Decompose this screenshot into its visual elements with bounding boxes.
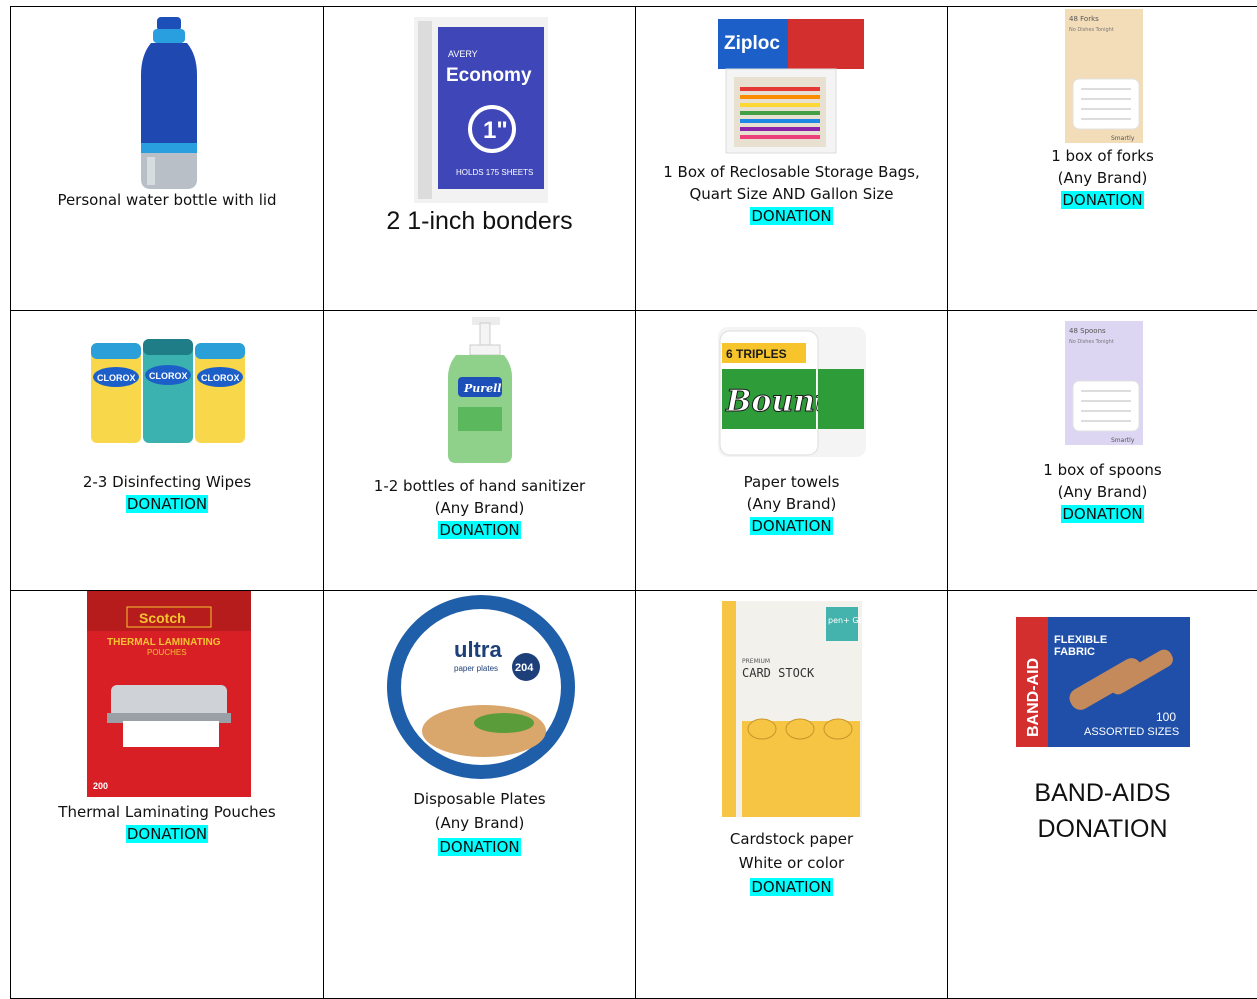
item-caption: BAND-AIDS DONATION xyxy=(948,775,1257,847)
item-caption: Disposable Plates (Any Brand) DONATION xyxy=(324,787,635,859)
bandaid-count: 100 xyxy=(1156,710,1176,724)
item-line: BAND-AIDS xyxy=(1034,779,1171,807)
item-line: (Any Brand) xyxy=(746,495,837,513)
item-line: Disposable Plates xyxy=(413,790,546,808)
item-caption: 2-3 Disinfecting Wipes DONATION xyxy=(11,471,323,515)
clorox-label: CLOROX xyxy=(201,373,240,383)
item-line: Personal water bottle with lid xyxy=(57,191,277,209)
clorox-label: CLOROX xyxy=(149,371,188,381)
forks-box-image: 48 Forks No Dishes Tonight Smartly xyxy=(1065,9,1143,143)
cell-binders: AVERY Economy 1" HOLDS 175 SHEETS 2 1-in… xyxy=(324,7,636,311)
bandaid-brand: BAND-AID xyxy=(1025,658,1042,737)
item-line: Paper towels xyxy=(743,473,840,491)
donation-badge: DONATION xyxy=(750,207,833,225)
scotch-pouches-image: Scotch THERMAL LAMINATING POUCHES 200 xyxy=(87,591,251,797)
clorox-label: CLOROX xyxy=(97,373,136,383)
item-caption: 1 box of forks (Any Brand) DONATION xyxy=(948,145,1257,211)
bounty-towels-image: 6 TRIPLES Bounty xyxy=(718,327,866,457)
item-caption: 1-2 bottles of hand sanitizer (Any Brand… xyxy=(324,475,635,541)
binder-name: Economy xyxy=(446,65,532,86)
item-line: (Any Brand) xyxy=(1057,483,1148,501)
card-stock-image: pen+ GEAR PREMIUM CARD STOCK xyxy=(722,601,862,817)
cell-spoons: 48 Spoons No Dishes Tonight Smartly 1 bo… xyxy=(948,311,1257,591)
ziploc-bags-image: Ziploc xyxy=(718,19,864,154)
premium-label: PREMIUM xyxy=(742,658,770,665)
item-caption: 2 1-inch bonders xyxy=(324,203,635,239)
item-line: 1-2 bottles of hand sanitizer xyxy=(373,477,586,495)
smartly-label: Smartly xyxy=(1111,135,1135,142)
clorox-wipes-image: CLOROX CLOROX CLOROX xyxy=(91,339,245,443)
band-aid-box-image: BAND-AID FLEXIBLE FABRIC 100 ASSORTED SI… xyxy=(1016,617,1190,747)
item-line: (Any Brand) xyxy=(434,499,525,517)
item-caption: 1 box of spoons (Any Brand) DONATION xyxy=(948,459,1257,525)
item-line: (Any Brand) xyxy=(434,814,525,832)
water-bottle-image xyxy=(141,17,197,189)
donation-badge: DONATION xyxy=(438,838,521,856)
spoon-label: 48 Spoons xyxy=(1069,327,1106,335)
donation-badge: DONATION xyxy=(1061,191,1144,209)
pengear-label: pen+ GEAR xyxy=(828,616,862,625)
item-line: 1 Box of Reclosable Storage Bags, xyxy=(663,163,920,181)
cell-laminating-pouches: Scotch THERMAL LAMINATING POUCHES 200 Th… xyxy=(11,591,324,999)
cell-plates: ultra paper plates 204 Disposable Plates… xyxy=(324,591,636,999)
ultra-label: ultra xyxy=(454,637,502,662)
flexible-label: FLEXIBLE xyxy=(1054,634,1107,646)
ziploc-brand: Ziploc xyxy=(724,33,780,54)
cell-forks: 48 Forks No Dishes Tonight Smartly 1 box… xyxy=(948,7,1257,311)
triples-label: 6 TRIPLES xyxy=(726,347,787,361)
item-caption: Cardstock paper White or color DONATION xyxy=(636,827,947,899)
paper-plates-label: paper plates xyxy=(454,664,498,673)
spoon-sub: No Dishes Tonight xyxy=(1069,339,1114,345)
binder-holds: HOLDS 175 SHEETS xyxy=(456,168,533,177)
item-caption: Paper towels (Any Brand) DONATION xyxy=(636,471,947,537)
item-line: Thermal Laminating Pouches xyxy=(58,803,276,821)
donation-badge: DONATION xyxy=(750,878,833,896)
smartly-label: Smartly xyxy=(1111,437,1135,444)
pouch-count: 200 xyxy=(93,781,108,791)
item-line: Cardstock paper xyxy=(729,830,854,848)
cell-wipes: CLOROX CLOROX CLOROX 2-3 Disinfecting Wi… xyxy=(11,311,324,591)
pouches-label: POUCHES xyxy=(147,648,187,657)
item-caption: 1 Box of Reclosable Storage Bags, Quart … xyxy=(636,161,947,227)
cell-band-aids: BAND-AID FLEXIBLE FABRIC 100 ASSORTED SI… xyxy=(948,591,1257,999)
donation-badge: DONATION xyxy=(750,517,833,535)
donation-badge: DONATION xyxy=(125,495,209,513)
plate-count: 204 xyxy=(515,662,534,674)
cell-cardstock: pen+ GEAR PREMIUM CARD STOCK Cardstock p… xyxy=(636,591,948,999)
item-line: 1 box of forks xyxy=(1051,147,1154,165)
fabric-label: FABRIC xyxy=(1054,646,1095,658)
item-line: 2-3 Disinfecting Wipes xyxy=(82,473,252,491)
cell-water-bottle: Personal water bottle with lid xyxy=(11,7,324,311)
assorted-label: ASSORTED SIZES xyxy=(1084,726,1179,738)
item-line: (Any Brand) xyxy=(1057,169,1148,187)
card-stock-label: CARD STOCK xyxy=(742,666,815,680)
paper-plates-image: ultra paper plates 204 xyxy=(387,595,575,779)
thermal-label: THERMAL LAMINATING xyxy=(107,637,221,648)
donation-badge: DONATION xyxy=(438,521,521,539)
item-line: 2 1-inch bonders xyxy=(386,207,573,235)
scotch-label: Scotch xyxy=(139,610,186,626)
cell-paper-towels: 6 TRIPLES Bounty Paper towels (Any Brand… xyxy=(636,311,948,591)
binder-brand: AVERY xyxy=(448,49,478,59)
item-caption: Thermal Laminating Pouches DONATION xyxy=(11,801,323,845)
item-line: 1 box of spoons xyxy=(1043,461,1162,479)
cell-storage-bags: Ziploc 1 Box of Reclosable Storage Bags,… xyxy=(636,7,948,311)
item-line: White or color xyxy=(738,854,845,872)
donation-badge: DONATION xyxy=(125,825,209,843)
hand-sanitizer-image: Purell xyxy=(448,317,512,463)
item-line: DONATION xyxy=(1037,815,1168,843)
item-caption: Personal water bottle with lid xyxy=(11,189,323,211)
fork-label: 48 Forks xyxy=(1069,15,1099,23)
purell-label: Purell xyxy=(463,382,501,395)
cell-hand-sanitizer: Purell 1-2 bottles of hand sanitizer (An… xyxy=(324,311,636,591)
binder-size: 1" xyxy=(483,117,508,144)
fork-sub: No Dishes Tonight xyxy=(1069,27,1114,33)
binder-image: AVERY Economy 1" HOLDS 175 SHEETS xyxy=(414,17,548,203)
item-line: Quart Size AND Gallon Size xyxy=(689,185,894,203)
supply-list-table: Personal water bottle with lid AVERY Eco… xyxy=(10,6,1257,999)
donation-badge: DONATION xyxy=(1061,505,1144,523)
spoons-box-image: 48 Spoons No Dishes Tonight Smartly xyxy=(1065,321,1143,445)
